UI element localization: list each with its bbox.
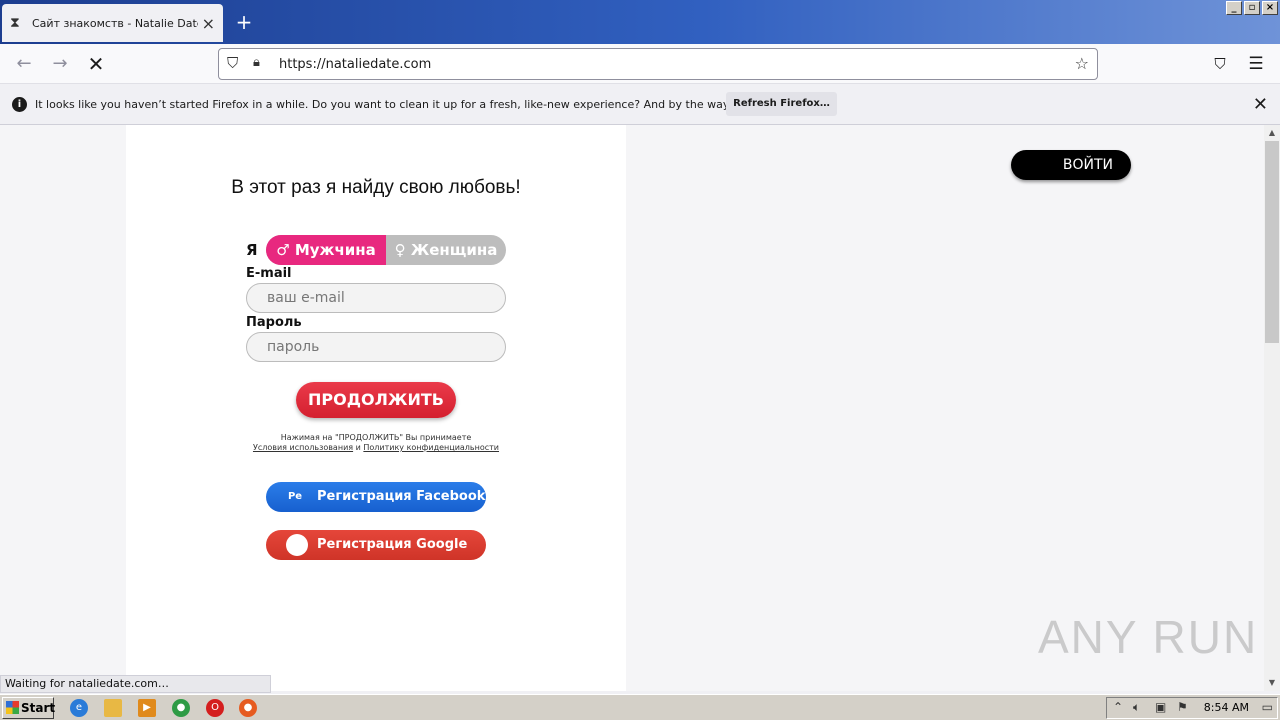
gender-female-option[interactable]: ♀ Женщина <box>386 235 506 265</box>
facebook-icon: Pe <box>287 491 303 502</box>
minimize-button[interactable]: _ <box>1226 1 1242 15</box>
url-text[interactable]: https://nataliedate.com <box>279 57 431 72</box>
notification-message: It looks like you haven’t started Firefo… <box>35 98 820 111</box>
show-desktop-icon[interactable]: ▭ <box>1262 700 1273 714</box>
login-button[interactable]: ВОЙТИ <box>1011 150 1131 180</box>
ie-icon[interactable]: e <box>70 699 88 717</box>
password-label: Пароль <box>246 315 302 330</box>
hourglass-icon: ⧗ <box>10 15 20 31</box>
navigation-bar: ← → ✕ ⛉ 🔒︎ https://nataliedate.com ☆ ⛉ ☰ <box>0 44 1280 84</box>
email-label: E-mail <box>246 266 292 281</box>
taskbar: Start e ▶ ● O ● ⌃ 🔈︎ ▣ ⚑ 8:54 AM ▭ <box>0 694 1280 720</box>
terms-text: Нажимая на "ПРОДОЛЖИТЬ" Вы принимаете <box>280 433 472 442</box>
terms-and: и <box>355 443 361 452</box>
gender-label: Я <box>246 241 258 259</box>
url-bar[interactable]: ⛉ 🔒︎ https://nataliedate.com ☆ <box>218 48 1098 80</box>
forward-button[interactable]: → <box>48 52 72 76</box>
privacy-link[interactable]: Политику конфиденциальности <box>363 443 499 452</box>
explorer-icon[interactable] <box>104 699 122 717</box>
watermark: ANY RUN <box>1038 611 1259 663</box>
scroll-down-icon[interactable]: ▼ <box>1264 675 1280 691</box>
notification-bar: i It looks like you haven’t started Fire… <box>0 85 1280 125</box>
flag-icon[interactable]: ⚑ <box>1177 700 1188 714</box>
windows-logo-icon <box>6 701 19 714</box>
gender-toggle: ♂ Мужчина ♀ Женщина <box>266 235 506 265</box>
gender-male-option[interactable]: ♂ Мужчина <box>266 235 386 265</box>
scroll-up-icon[interactable]: ▲ <box>1264 125 1280 141</box>
status-text: Waiting for nataliedate.com… <box>0 675 271 693</box>
scrollbar-thumb[interactable] <box>1265 141 1279 343</box>
pocket-icon[interactable]: ⛉ <box>1208 52 1232 76</box>
tab-close-icon[interactable]: × <box>202 14 215 33</box>
browser-tab[interactable]: ⧗ Сайт знакомств - Natalie Date. Знакомс… <box>2 4 223 42</box>
page-scrollbar[interactable]: ▲ ▼ <box>1264 125 1280 691</box>
chrome-icon[interactable]: ● <box>172 699 190 717</box>
tray-expand-icon[interactable]: ⌃ <box>1113 700 1123 714</box>
opera-icon[interactable]: O <box>206 699 224 717</box>
restore-button[interactable]: ▫ <box>1244 1 1260 15</box>
media-player-icon[interactable]: ▶ <box>138 699 156 717</box>
web-page: В этот раз я найду свою любовь! Я ♂ Мужч… <box>0 125 1264 691</box>
google-icon <box>286 534 308 556</box>
facebook-signup-label: Регистрация Facebook <box>317 489 486 504</box>
facebook-signup-button[interactable]: Pe Регистрация Facebook <box>266 482 486 512</box>
continue-button[interactable]: ПРОДОЛЖИТЬ <box>296 382 456 418</box>
back-button[interactable]: ← <box>12 52 36 76</box>
email-input[interactable] <box>246 283 506 313</box>
password-input[interactable] <box>246 332 506 362</box>
bookmark-star-icon[interactable]: ☆ <box>1075 54 1089 73</box>
refresh-firefox-button[interactable]: Refresh Firefox… <box>726 92 837 116</box>
new-tab-button[interactable]: + <box>232 10 256 34</box>
lock-icon[interactable]: 🔒︎ <box>253 55 260 70</box>
stop-loading-button[interactable]: ✕ <box>84 52 108 76</box>
page-headline: В этот раз я найду свою любовь! <box>231 177 521 198</box>
clock: 8:54 AM <box>1203 701 1249 714</box>
tab-title: Сайт знакомств - Natalie Date. Знакомств… <box>32 16 198 30</box>
menu-icon[interactable]: ☰ <box>1244 52 1268 76</box>
system-tray: ⌃ 🔈︎ ▣ ⚑ 8:54 AM ▭ <box>1106 697 1278 719</box>
start-label: Start <box>21 701 56 715</box>
firefox-icon[interactable]: ● <box>239 699 257 717</box>
signup-card: В этот раз я найду свою любовь! Я ♂ Мужч… <box>126 125 626 691</box>
window-controls: _ ▫ × <box>1226 1 1278 15</box>
google-signup-button[interactable]: Регистрация Google <box>266 530 486 560</box>
terms-link[interactable]: Условия использования <box>253 443 353 452</box>
network-icon[interactable]: ▣ <box>1155 700 1166 714</box>
notification-close-icon[interactable]: ✕ <box>1253 94 1268 115</box>
google-signup-label: Регистрация Google <box>317 537 468 552</box>
shield-icon[interactable]: ⛉ <box>227 54 238 72</box>
volume-icon[interactable]: 🔈︎ <box>1133 700 1140 715</box>
tab-strip: ⧗ Сайт знакомств - Natalie Date. Знакомс… <box>0 0 1280 44</box>
close-window-button[interactable]: × <box>1262 1 1278 15</box>
info-icon: i <box>12 97 27 112</box>
start-button[interactable]: Start <box>2 697 56 719</box>
terms-notice: Нажимая на "ПРОДОЛЖИТЬ" Вы принимаете Ус… <box>126 433 626 453</box>
